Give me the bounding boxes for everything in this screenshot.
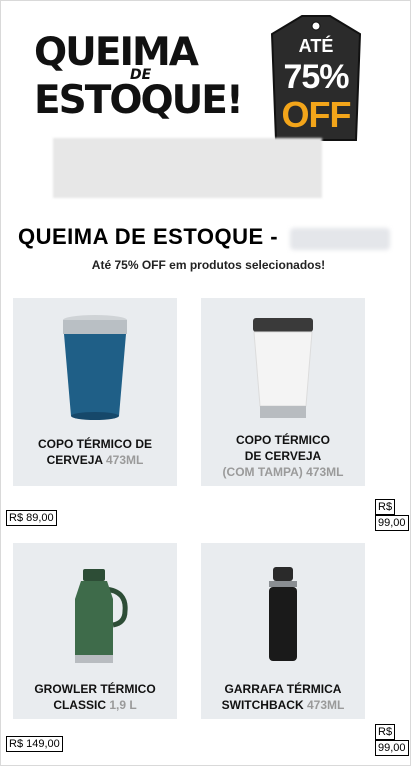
- section-subtitle: Até 75% OFF em produtos selecionados!: [91, 258, 326, 272]
- tag-percent: 75%: [283, 58, 349, 96]
- product-image[interactable]: [13, 551, 177, 671]
- product-card[interactable]: GROWLER TÉRMICO CLASSIC 1,9 L: [13, 543, 177, 719]
- product-image[interactable]: [201, 306, 365, 426]
- product-card[interactable]: COPO TÉRMICO DE CERVEJA 473ML: [13, 298, 177, 486]
- product-price-currency: R$: [375, 499, 396, 515]
- product-price: R$ 149,00: [6, 736, 63, 752]
- product-name[interactable]: COPO TÉRMICO DE CERVEJA 473ML: [13, 436, 177, 468]
- product-card[interactable]: GARRAFA TÉRMICA SWITCHBACK 473ML: [201, 543, 365, 719]
- product-card[interactable]: COPO TÉRMICO DE CERVEJA (COM TAMPA) 473M…: [201, 298, 365, 486]
- product-name[interactable]: COPO TÉRMICO DE CERVEJA (COM TAMPA) 473M…: [201, 432, 365, 480]
- product-price: 99,00: [375, 515, 409, 531]
- product-name[interactable]: GARRAFA TÉRMICA SWITCHBACK 473ML: [201, 681, 365, 713]
- product-price-currency: R$: [375, 724, 396, 740]
- product-price: R$ 89,00: [6, 510, 57, 526]
- product-image[interactable]: [201, 551, 365, 671]
- tag-off: OFF: [281, 94, 352, 135]
- product-name[interactable]: GROWLER TÉRMICO CLASSIC 1,9 L: [13, 681, 177, 713]
- hero-title: QUEIMA DE ESTOQUE!: [34, 30, 244, 123]
- discount-tag: ATÉ 75% OFF: [270, 14, 362, 144]
- redacted-banner: [53, 138, 322, 198]
- section-title: QUEIMA DE ESTOQUE -: [18, 224, 279, 249]
- product-price: 99,00: [375, 740, 409, 756]
- tag-prefix: ATÉ: [298, 36, 334, 56]
- product-image[interactable]: [13, 306, 177, 426]
- hero-title-line1: QUEIMA: [34, 30, 199, 75]
- hero-title-line2: ESTOQUE!: [34, 78, 244, 123]
- redacted-brand: [290, 228, 390, 250]
